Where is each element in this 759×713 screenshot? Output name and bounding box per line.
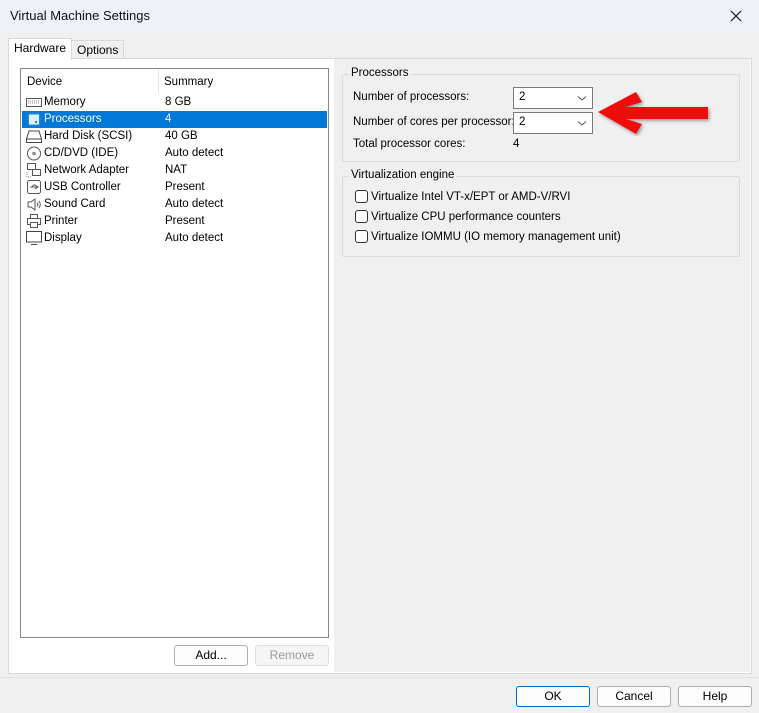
device-row-network-adapter[interactable]: Network Adapter NAT xyxy=(22,162,327,179)
processor-icon xyxy=(26,112,42,127)
display-icon xyxy=(26,231,42,245)
device-row-memory[interactable]: Memory 8 GB xyxy=(22,94,327,111)
window-title: Virtual Machine Settings xyxy=(10,8,150,23)
remove-device-button[interactable]: Remove xyxy=(255,645,329,666)
device-row-display[interactable]: Display Auto detect xyxy=(22,230,327,247)
cores-per-processor-select[interactable]: 2 xyxy=(513,112,593,134)
usb-icon xyxy=(27,180,41,194)
checkbox-box[interactable] xyxy=(355,210,368,223)
virtualization-group-label: Virtualization engine xyxy=(349,169,457,181)
add-device-button[interactable]: Add... xyxy=(174,645,248,666)
ok-button[interactable]: OK xyxy=(516,686,590,707)
red-arrow-annotation xyxy=(598,92,708,134)
vtx-ept-checkbox[interactable]: Virtualize Intel VT-x/EPT or AMD-V/RVI xyxy=(355,190,570,203)
printer-icon xyxy=(27,214,41,228)
checkbox-box[interactable] xyxy=(355,190,368,203)
tab-options[interactable]: Options xyxy=(71,40,125,59)
device-row-printer[interactable]: Printer Present xyxy=(22,213,327,230)
hard-disk-icon xyxy=(26,130,42,143)
cpu-perf-counters-checkbox[interactable]: Virtualize CPU performance counters xyxy=(355,210,561,223)
num-processors-label: Number of processors: xyxy=(353,91,470,103)
help-button[interactable]: Help xyxy=(678,686,752,707)
chevron-down-icon xyxy=(577,121,587,126)
processors-group-label: Processors xyxy=(349,67,411,79)
network-adapter-icon xyxy=(26,163,41,178)
tab-hardware[interactable]: Hardware xyxy=(8,38,73,60)
close-icon xyxy=(730,10,742,22)
cores-per-processor-label: Number of cores per processor: xyxy=(353,116,515,128)
checkbox-box[interactable] xyxy=(355,230,368,243)
device-row-hard-disk[interactable]: Hard Disk (SCSI) 40 GB xyxy=(22,128,327,145)
cancel-button[interactable]: Cancel xyxy=(597,686,671,707)
footer-divider xyxy=(0,677,759,678)
device-row-usb-controller[interactable]: USB Controller Present xyxy=(22,179,327,196)
iommu-checkbox[interactable]: Virtualize IOMMU (IO memory management u… xyxy=(355,230,621,243)
num-processors-select[interactable]: 2 xyxy=(513,87,593,109)
column-separator[interactable] xyxy=(158,69,159,93)
device-list[interactable]: Device Summary Memory 8 GB Processors 4 … xyxy=(20,68,329,638)
chevron-down-icon xyxy=(577,96,587,101)
total-cores-label: Total processor cores: xyxy=(353,138,466,150)
memory-icon xyxy=(26,98,42,107)
device-row-sound-card[interactable]: Sound Card Auto detect xyxy=(22,196,327,213)
cd-dvd-icon xyxy=(27,146,41,161)
column-summary[interactable]: Summary xyxy=(164,76,213,88)
sound-card-icon xyxy=(27,198,41,211)
close-button[interactable] xyxy=(713,0,759,32)
total-cores-value: 4 xyxy=(513,138,520,150)
device-list-header: Device Summary xyxy=(21,69,328,93)
title-bar: Virtual Machine Settings xyxy=(0,0,759,32)
column-device[interactable]: Device xyxy=(27,76,62,88)
device-row-processors[interactable]: Processors 4 xyxy=(22,111,327,128)
device-row-cd-dvd[interactable]: CD/DVD (IDE) Auto detect xyxy=(22,145,327,162)
virtualization-group: Virtualization engine Virtualize Intel V… xyxy=(342,169,740,257)
